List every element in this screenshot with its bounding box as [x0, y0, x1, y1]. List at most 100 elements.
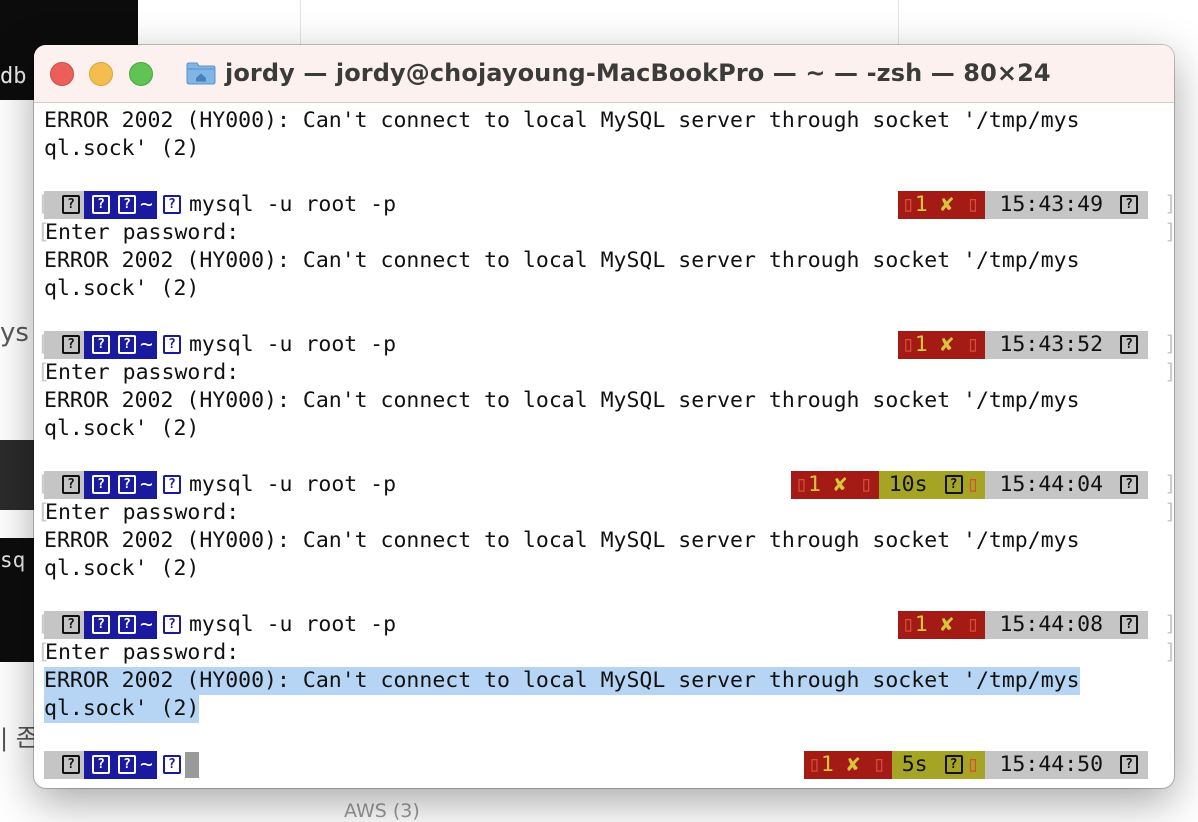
folder-icon: ? [118, 475, 136, 494]
duration-segment: 10s ? ▯ [878, 471, 986, 499]
close-button[interactable] [50, 62, 74, 86]
background-text: ys [0, 318, 29, 348]
command-text: mysql -u root -p [188, 472, 397, 497]
os-icon: ? [44, 331, 84, 359]
prompt-line: [ ? ??~ ? mysql -u root -p ▯1 ✘ ▯ 15:44:… [34, 611, 1174, 639]
prompt-right: ▯1 ✘ ▯ 15:44:08 ? [897, 611, 1148, 639]
error-text: ql.sock' (2) [44, 416, 200, 441]
prompt-left: ? ?? ~ ? mysql -u root -p [44, 611, 396, 639]
error-text: ql.sock' (2) [44, 276, 200, 301]
prompt-right: ▯1 ✘ ▯ 15:43:52 ? [897, 331, 1148, 359]
prompt-line: [ ? ??~ ? mysql -u root -p ▯1 ✘ ▯ 15:43:… [34, 331, 1174, 359]
home-icon: ? [92, 615, 110, 634]
prompt-dir-segment: ?? ~ [84, 611, 157, 639]
time-segment: 15:44:08 ? [985, 611, 1148, 639]
terminal-line: ERROR 2002 (HY000): Can't connect to loc… [34, 387, 1174, 415]
terminal-line: ql.sock' (2) [34, 135, 1174, 163]
terminal-line: [Enter password:] [37, 640, 1174, 665]
home-icon: ? [92, 755, 110, 774]
home-icon: ? [92, 195, 110, 214]
folder-icon: ? [118, 615, 136, 634]
hourglass-icon: ? [944, 475, 963, 494]
hourglass-icon: ? [944, 755, 963, 774]
terminal-line: [Enter password:] [37, 220, 1174, 245]
terminal-content[interactable]: ERROR 2002 (HY000): Can't connect to loc… [34, 103, 1174, 788]
terminal-line: [Enter password:] [37, 360, 1174, 385]
error-text: ql.sock' (2) [44, 136, 200, 161]
background-divider [898, 0, 899, 48]
command-text: mysql -u root -p [188, 612, 397, 637]
prompt-dir-segment: ?? ~ [84, 191, 157, 219]
minimize-button[interactable] [89, 62, 113, 86]
error-text: ql.sock' (2) [44, 556, 200, 581]
background-block [0, 440, 36, 510]
error-text: ERROR 2002 (HY000): Can't connect to loc… [44, 388, 1080, 413]
command-text: mysql -u root -p [188, 192, 397, 217]
os-icon: ? [44, 191, 84, 219]
prompt-right: ▯1 ✘ ▯ 5s ? ▯ 15:44:50 ? [803, 751, 1148, 779]
time-segment: 15:43:49 ? [985, 191, 1148, 219]
prompt-arrow-icon: ? [156, 191, 185, 219]
time-segment: 15:44:04 ? [985, 471, 1148, 499]
terminal-line: ql.sock' (2) [34, 555, 1174, 583]
selected-error-text[interactable]: ql.sock' (2) [44, 695, 200, 723]
clock-icon: ? [1120, 335, 1138, 354]
background-text: sq [0, 548, 26, 572]
folder-icon: ? [118, 335, 136, 354]
terminal-line: ERROR 2002 (HY000): Can't connect to loc… [34, 527, 1174, 555]
prompt-left: ? ?? ~ ? mysql -u root -p [44, 191, 396, 219]
clock-icon: ? [1120, 475, 1138, 494]
prompt-arrow-icon: ? [156, 751, 185, 779]
terminal-line: ERROR 2002 (HY000): Can't connect to loc… [34, 107, 1174, 135]
terminal-line: ERROR 2002 (HY000): Can't connect to loc… [34, 667, 1174, 695]
prompt-right: ▯1 ✘ ▯ 15:43:49 ? [897, 191, 1148, 219]
password-prompt: Enter password: [45, 500, 240, 525]
prompt-left: ? ?? ~ ? mysql -u root -p [44, 471, 396, 499]
password-prompt: Enter password: [45, 360, 240, 385]
current-prompt-line[interactable]: ? ?? ~ ? ▯1 ✘ ▯ 5s ? ▯ 15:44:50 ? [34, 751, 1174, 779]
background-text: | 존 [0, 724, 38, 752]
prompt-arrow-icon: ? [156, 611, 185, 639]
background-divider [300, 0, 301, 48]
time-segment: 15:44:50 ? [985, 751, 1148, 779]
error-text: ERROR 2002 (HY000): Can't connect to loc… [44, 248, 1080, 273]
title-bar[interactable]: jordy — jordy@chojayoung-MacBookPro — ~ … [34, 45, 1174, 103]
selected-error-text[interactable]: ERROR 2002 (HY000): Can't connect to loc… [44, 667, 1080, 695]
status-segment: ▯1 ✘ ▯ [897, 191, 986, 219]
window-title-text: jordy — jordy@chojayoung-MacBookPro — ~ … [225, 59, 1051, 87]
password-prompt: Enter password: [45, 220, 240, 245]
clock-icon: ? [1120, 615, 1138, 634]
folder-icon: ? [118, 195, 136, 214]
terminal-line: ql.sock' (2) [34, 275, 1174, 303]
os-icon: ? [44, 611, 84, 639]
home-icon: ? [92, 335, 110, 354]
prompt-dir-segment: ?? ~ [84, 471, 157, 499]
clock-icon: ? [1120, 755, 1138, 774]
terminal-window: jordy — jordy@chojayoung-MacBookPro — ~ … [34, 45, 1174, 788]
text-cursor[interactable] [184, 752, 199, 778]
home-icon: ? [92, 475, 110, 494]
terminal-line: ql.sock' (2) [34, 415, 1174, 443]
terminal-line: ERROR 2002 (HY000): Can't connect to loc… [34, 247, 1174, 275]
prompt-line: [ ? ??~ ? mysql -u root -p ▯1 ✘ ▯ 10s ?▯… [34, 471, 1174, 499]
duration-segment: 5s ? ▯ [891, 751, 986, 779]
prompt-left: ? ?? ~ ? [44, 751, 199, 779]
home-folder-icon [186, 62, 216, 85]
prompt-arrow-icon: ? [156, 471, 185, 499]
error-text: ERROR 2002 (HY000): Can't connect to loc… [44, 528, 1080, 553]
password-prompt: Enter password: [45, 640, 240, 665]
prompt-dir-segment: ?? ~ [84, 331, 157, 359]
status-segment: ▯1 ✘ ▯ [897, 331, 986, 359]
command-text: mysql -u root -p [188, 332, 397, 357]
prompt-arrow-icon: ? [156, 331, 185, 359]
prompt-right: ▯1 ✘ ▯ 10s ? ▯ 15:44:04 ? [791, 471, 1148, 499]
status-segment: ▯1 ✘ ▯ [897, 611, 986, 639]
prompt-dir-segment: ?? ~ [84, 751, 157, 779]
prompt-left: ? ?? ~ ? mysql -u root -p [44, 331, 396, 359]
prompt-line: [ ? ??~ ? mysql -u root -p ▯1 ✘ ▯ 15:43:… [34, 191, 1174, 219]
background-text: AWS (3) [344, 800, 420, 822]
terminal-line: ql.sock' (2) [34, 695, 1174, 723]
zoom-button[interactable] [129, 62, 153, 86]
window-title: jordy — jordy@chojayoung-MacBookPro — ~ … [186, 56, 1051, 90]
os-icon: ? [44, 471, 84, 499]
